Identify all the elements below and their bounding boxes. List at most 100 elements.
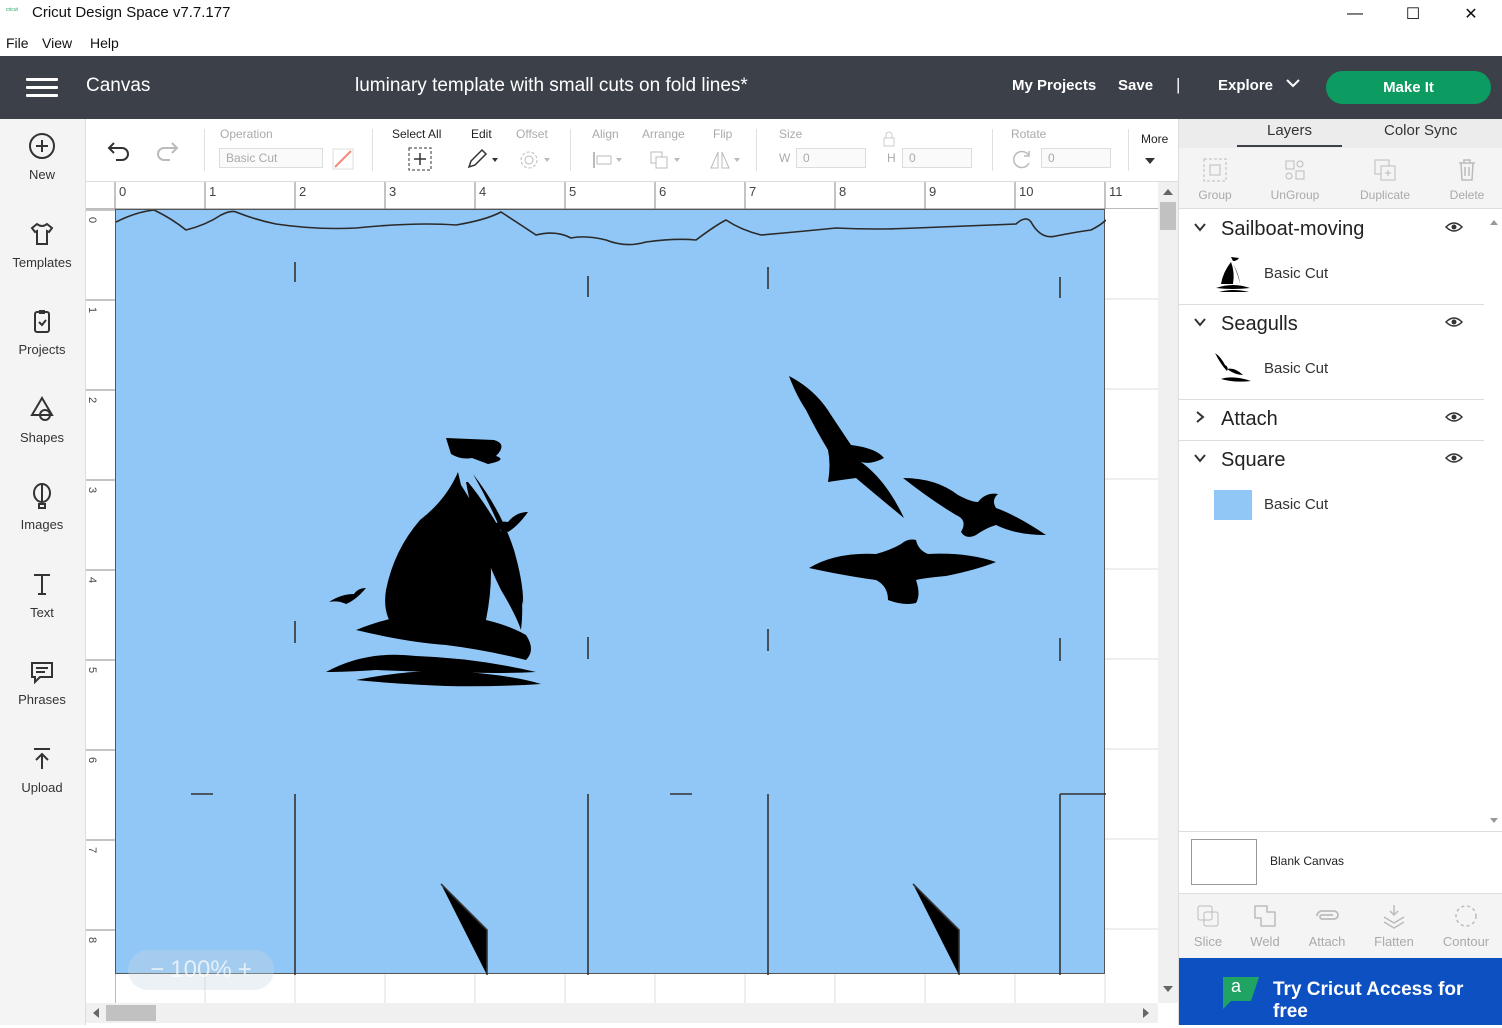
sidebar-item-new[interactable]: New: [0, 131, 84, 182]
sidebar-item-phrases[interactable]: Phrases: [0, 656, 84, 707]
chevron-right-icon[interactable]: [1193, 410, 1207, 429]
slice-button[interactable]: Slice: [1176, 902, 1240, 949]
weld-button[interactable]: Weld: [1233, 902, 1297, 949]
ruler-tick-label: 10: [1019, 184, 1034, 199]
sidebar-item-projects[interactable]: Projects: [0, 306, 84, 357]
ruler-horizontal: 0 1 2 3 4 5 6 7 8 9 10 11: [86, 182, 1158, 209]
hamburger-menu-icon[interactable]: [26, 78, 58, 98]
sidebar-item-text[interactable]: Text: [0, 569, 84, 620]
horizontal-scrollbar[interactable]: [86, 1003, 1158, 1023]
minimize-button[interactable]: —: [1326, 0, 1384, 28]
arrange-icon[interactable]: [648, 149, 684, 176]
explore-menu[interactable]: Explore: [1218, 77, 1273, 94]
maximize-button[interactable]: ☐: [1384, 0, 1442, 28]
sailboat-thumbnail: [1213, 254, 1253, 294]
chevron-down-icon[interactable]: [1193, 315, 1207, 334]
menu-file[interactable]: File: [6, 35, 29, 51]
wave-edge: [115, 209, 1107, 246]
delete-label: Delete: [1449, 188, 1485, 202]
ruler-tick-label: 4: [86, 576, 99, 584]
blank-canvas-label: Blank Canvas: [1270, 854, 1345, 868]
color-slash-icon[interactable]: [332, 148, 354, 175]
rotate-input[interactable]: 0: [1041, 148, 1111, 168]
tab-layers[interactable]: Layers: [1237, 122, 1342, 147]
luminary-sheet[interactable]: [115, 209, 1107, 975]
zoom-control: − 100% +: [128, 950, 274, 990]
toolbar-divider: [204, 129, 205, 171]
chevron-down-icon[interactable]: [1284, 74, 1302, 97]
vertical-scrollbar[interactable]: [1158, 182, 1178, 1003]
layer-group[interactable]: Square Basic Cut: [1179, 441, 1484, 536]
layer-group-header[interactable]: Sailboat-moving: [1179, 210, 1484, 250]
undo-icon[interactable]: [106, 139, 132, 166]
zoom-out-button[interactable]: −: [150, 956, 164, 984]
combine-tools: Slice Weld Attach Flatten Contour: [1179, 893, 1502, 958]
my-projects-link[interactable]: My Projects: [1012, 77, 1096, 94]
design-canvas[interactable]: 0 1 2 3 4 5 6 7 8 9 10 11 0 1 2 3 4 5 6 …: [86, 182, 1158, 1003]
more-menu[interactable]: More: [1141, 132, 1168, 146]
height-label: H: [887, 151, 896, 165]
operation-label: Operation: [220, 127, 273, 141]
flip-icon[interactable]: [708, 149, 744, 176]
ruler-tick-label: 7: [86, 846, 99, 854]
height-input[interactable]: 0: [902, 148, 972, 168]
select-all-icon[interactable]: [408, 147, 432, 176]
sidebar-item-label: Images: [20, 517, 64, 532]
pencil-icon[interactable]: [466, 147, 500, 176]
chevron-down-icon[interactable]: [1193, 451, 1207, 470]
layer-operation: Basic Cut: [1264, 496, 1329, 513]
blank-canvas-row[interactable]: Blank Canvas: [1179, 831, 1502, 893]
menu-view[interactable]: View: [42, 35, 72, 51]
make-it-button[interactable]: Make It: [1326, 71, 1491, 104]
app-header: Canvas luminary template with small cuts…: [0, 56, 1502, 119]
tshirt-icon: [0, 219, 84, 249]
redo-icon[interactable]: [154, 139, 180, 166]
cricut-access-banner[interactable]: a Try Cricut Access for free: [1179, 958, 1502, 1025]
align-icon[interactable]: [592, 149, 626, 176]
panel-scrollbar[interactable]: [1487, 215, 1501, 835]
attach-label: Attach: [1308, 934, 1346, 949]
eye-icon[interactable]: [1444, 410, 1464, 428]
attach-button[interactable]: Attach: [1295, 902, 1359, 949]
delete-button[interactable]: Delete: [1432, 156, 1502, 202]
tab-color-sync[interactable]: Color Sync: [1384, 122, 1457, 139]
layer-item[interactable]: Basic Cut: [1213, 254, 1463, 294]
flatten-button[interactable]: Flatten: [1362, 902, 1426, 949]
layer-group-header[interactable]: Attach: [1179, 400, 1484, 440]
menu-help[interactable]: Help: [90, 35, 119, 51]
operation-select[interactable]: Basic Cut: [219, 148, 323, 168]
duplicate-button[interactable]: Duplicate: [1350, 156, 1420, 202]
sidebar-item-images[interactable]: Images: [0, 481, 84, 532]
rotate-label: Rotate: [1011, 127, 1047, 141]
layer-group-header[interactable]: Seagulls: [1179, 305, 1484, 345]
ungroup-button[interactable]: UnGroup: [1260, 156, 1330, 202]
close-button[interactable]: ✕: [1442, 0, 1500, 28]
layer-group[interactable]: Attach: [1179, 400, 1484, 441]
layer-item[interactable]: Basic Cut: [1213, 349, 1463, 389]
layer-group-header[interactable]: Square: [1179, 441, 1484, 481]
eye-icon[interactable]: [1444, 220, 1464, 238]
chevron-down-icon[interactable]: [1193, 220, 1207, 239]
blank-canvas-swatch[interactable]: [1191, 839, 1257, 885]
layer-group[interactable]: Sailboat-moving Basic Cut: [1179, 210, 1484, 305]
sidebar-item-upload[interactable]: Upload: [0, 744, 84, 795]
eye-icon[interactable]: [1444, 315, 1464, 333]
save-button[interactable]: Save: [1118, 77, 1153, 94]
window-title: Cricut Design Space v7.7.177: [32, 4, 231, 21]
contour-button[interactable]: Contour: [1434, 902, 1498, 949]
layer-group[interactable]: Seagulls Basic Cut: [1179, 305, 1484, 400]
chevron-down-icon[interactable]: [1144, 153, 1156, 171]
group-button[interactable]: Group: [1180, 156, 1250, 202]
sidebar-item-templates[interactable]: Templates: [0, 219, 84, 270]
sidebar-item-shapes[interactable]: Shapes: [0, 394, 84, 445]
eye-icon[interactable]: [1444, 451, 1464, 469]
ruler-tick-label: 7: [749, 184, 757, 199]
offset-icon[interactable]: [518, 149, 554, 176]
width-input[interactable]: 0: [796, 148, 866, 168]
slice-label: Slice: [1193, 934, 1223, 949]
lock-icon[interactable]: [882, 131, 896, 152]
layer-item[interactable]: Basic Cut: [1213, 485, 1463, 525]
left-sidebar: New Templates Projects Shapes Images Tex…: [0, 119, 86, 1025]
zoom-in-button[interactable]: +: [238, 956, 252, 984]
seagulls-thumbnail: [1213, 349, 1253, 389]
